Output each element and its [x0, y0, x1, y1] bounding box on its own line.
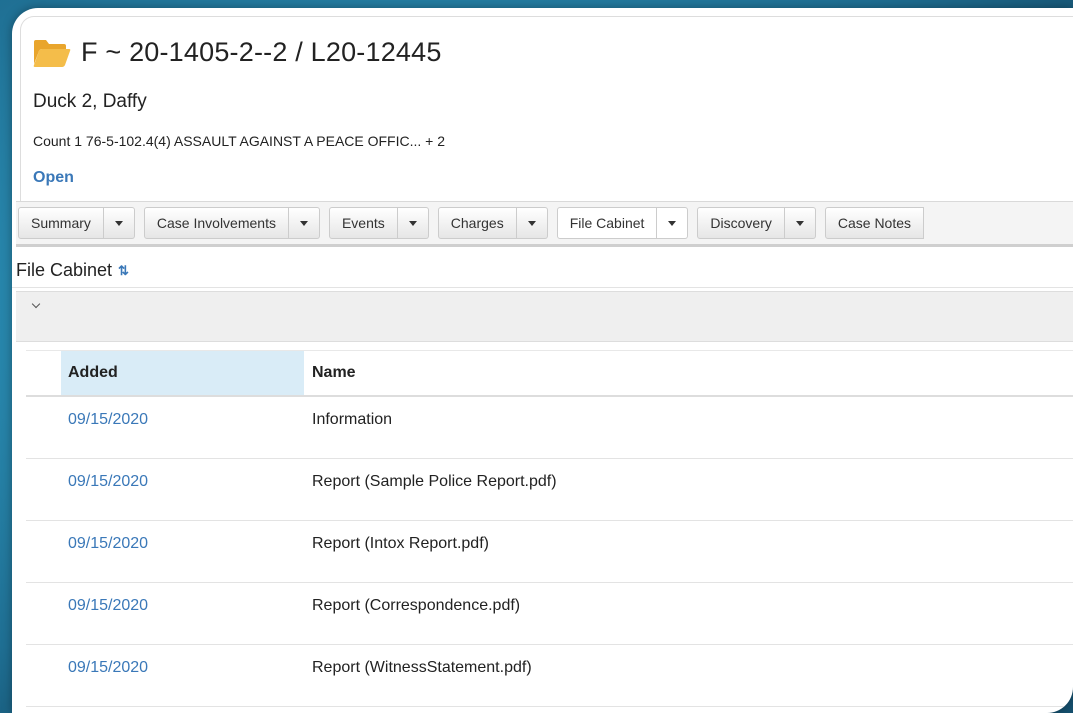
case-tab-bar: Summary Case Involvements Events Charges…	[16, 201, 1073, 247]
case-header: F ~ 20-1405-2--2 / L20-12445 Duck 2, Daf…	[20, 16, 1073, 203]
file-cabinet-table: Added Name 09/15/2020 Information 09/15/…	[26, 350, 1073, 707]
file-cabinet-heading: File Cabinet	[16, 260, 113, 280]
charge-count-summary[interactable]: Count 1 76-5-102.4(4) ASSAULT AGAINST A …	[33, 133, 445, 149]
tab-events-button[interactable]: Events	[328, 207, 398, 239]
tab-case-involvements-dropdown[interactable]	[288, 207, 320, 239]
row-spacer	[26, 645, 61, 706]
added-date-link[interactable]: 09/15/2020	[61, 459, 304, 520]
tab-case-notes-button[interactable]: Case Notes	[824, 207, 925, 239]
tab-case-involvements-button[interactable]: Case Involvements	[143, 207, 289, 239]
caret-down-icon	[527, 220, 536, 226]
tab-charges: Charges	[437, 207, 548, 239]
case-status: Open	[33, 169, 74, 186]
party-name: Duck 2, Daffy	[33, 91, 147, 112]
tab-charges-dropdown[interactable]	[516, 207, 548, 239]
table-row[interactable]: 09/15/2020 Information	[26, 397, 1073, 459]
document-name: Report (Sample Police Report.pdf)	[312, 473, 557, 490]
tab-file-cabinet: File Cabinet	[556, 207, 689, 239]
row-spacer	[26, 521, 61, 582]
row-spacer	[26, 397, 61, 458]
chevron-down-icon[interactable]	[31, 299, 41, 309]
caret-down-icon	[668, 220, 677, 226]
table-row[interactable]: 09/15/2020 Report (Sample Police Report.…	[26, 459, 1073, 521]
added-date-link[interactable]: 09/15/2020	[61, 645, 304, 706]
case-title: F ~ 20-1405-2--2 / L20-12445	[81, 37, 442, 67]
document-name: Report (Correspondence.pdf)	[312, 597, 521, 614]
added-date-link[interactable]: 09/15/2020	[61, 397, 304, 458]
tab-events-dropdown[interactable]	[397, 207, 429, 239]
refresh-icon[interactable]: ⇅	[118, 263, 129, 279]
tab-file-cabinet-dropdown[interactable]	[657, 207, 689, 239]
folder-open-icon	[33, 39, 71, 67]
table-header: Added Name	[26, 350, 1073, 397]
added-date-link[interactable]: 09/15/2020	[61, 521, 304, 582]
tab-case-notes: Case Notes	[824, 207, 925, 239]
tab-discovery-button[interactable]: Discovery	[697, 207, 785, 239]
tab-discovery: Discovery	[697, 207, 816, 239]
document-name: Report (WitnessStatement.pdf)	[312, 659, 532, 676]
tab-discovery-dropdown[interactable]	[784, 207, 816, 239]
caret-down-icon	[299, 220, 308, 226]
row-spacer	[26, 459, 61, 520]
row-spacer	[26, 583, 61, 644]
caret-down-icon	[795, 220, 804, 226]
filter-collapse-bar[interactable]	[16, 291, 1073, 342]
caret-down-icon	[408, 220, 417, 226]
tab-summary-dropdown[interactable]	[103, 207, 135, 239]
column-header-name[interactable]: Name	[304, 351, 1073, 395]
app-window: F ~ 20-1405-2--2 / L20-12445 Duck 2, Daf…	[12, 8, 1073, 713]
document-name: Report (Intox Report.pdf)	[312, 535, 489, 552]
table-row[interactable]: 09/15/2020 Report (WitnessStatement.pdf)	[26, 645, 1073, 707]
tab-summary: Summary	[18, 207, 135, 239]
caret-down-icon	[114, 220, 123, 226]
section-divider	[12, 287, 1073, 288]
added-date-link[interactable]: 09/15/2020	[61, 583, 304, 644]
table-row[interactable]: 09/15/2020 Report (Intox Report.pdf)	[26, 521, 1073, 583]
section-title: File Cabinet ⇅	[16, 260, 129, 281]
tab-summary-button[interactable]: Summary	[18, 207, 104, 239]
header-spacer	[26, 351, 61, 395]
tab-events: Events	[328, 207, 429, 239]
case-title-row: F ~ 20-1405-2--2 / L20-12445	[33, 37, 442, 68]
tab-case-involvements: Case Involvements	[143, 207, 320, 239]
tab-file-cabinet-button[interactable]: File Cabinet	[556, 207, 658, 239]
table-row[interactable]: 09/15/2020 Report (Correspondence.pdf)	[26, 583, 1073, 645]
document-name: Information	[312, 411, 393, 428]
tab-charges-button[interactable]: Charges	[437, 207, 517, 239]
column-header-added[interactable]: Added	[61, 351, 304, 395]
